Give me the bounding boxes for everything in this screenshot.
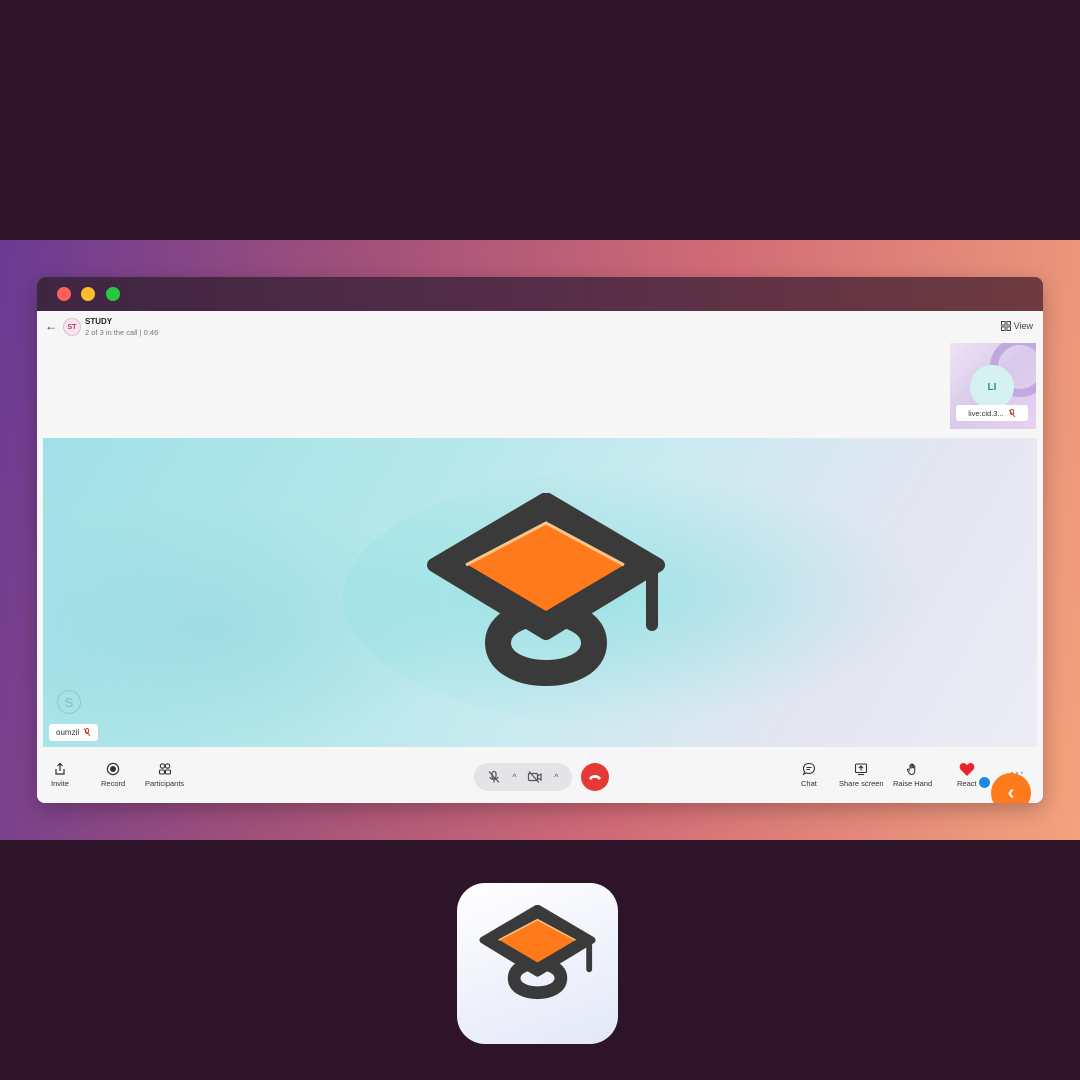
share-screen-icon (855, 763, 868, 776)
record-button[interactable]: Record (101, 759, 125, 788)
chevron-left-button[interactable]: ‹ (991, 773, 1031, 803)
camera-off-icon[interactable] (527, 770, 543, 784)
participant-name: live:cid.3... (968, 408, 1004, 418)
participants-icon (158, 763, 171, 775)
call-header: ← ST STUDY 2 of 3 in the call | 0:46 Vie… (37, 311, 1043, 341)
react-label: React (957, 779, 977, 788)
title-bar (37, 277, 1043, 311)
chevron-up-icon[interactable]: ^ (554, 772, 558, 782)
raise-hand-label: Raise Hand (893, 779, 933, 788)
maximize-window-button[interactable] (106, 287, 120, 301)
chevron-up-icon[interactable]: ^ (512, 772, 516, 782)
app-window: ← ST STUDY 2 of 3 in the call | 0:46 Vie… (37, 277, 1043, 803)
media-controls: ^ ^ (474, 763, 572, 791)
participants-button[interactable]: Participants (145, 759, 184, 788)
record-label: Record (101, 779, 126, 788)
skype-icon: S (57, 690, 81, 714)
main-participant-name-tag: oumzil (49, 724, 99, 741)
record-icon (106, 762, 120, 776)
invite-button[interactable]: Invite (51, 759, 69, 788)
participant-avatar: LI (970, 365, 1014, 409)
heart-icon (959, 762, 975, 776)
chat-button[interactable]: Chat (801, 759, 817, 788)
chat-label: Chat (801, 779, 817, 788)
mic-off-icon (1008, 408, 1016, 417)
pencil-icon[interactable] (977, 775, 992, 790)
hang-up-button[interactable] (581, 763, 609, 791)
invite-label: Invite (51, 779, 69, 788)
graduation-cap-logo (479, 905, 596, 1000)
grid-icon (1000, 321, 1011, 331)
view-label: View (1013, 321, 1033, 331)
share-screen-label: Share screen (839, 779, 884, 788)
close-window-button[interactable] (57, 287, 71, 301)
share-icon (55, 762, 65, 775)
phone-hangup-icon (589, 775, 601, 780)
chat-icon (802, 762, 815, 776)
participant-name-tag: live:cid.3... (956, 405, 1028, 421)
mic-off-icon[interactable] (487, 770, 501, 784)
graduation-cap-logo (427, 493, 665, 686)
call-status: 2 of 3 in the call | 0:46 (85, 328, 159, 337)
view-button[interactable]: View (1000, 321, 1033, 331)
minimize-window-button[interactable] (81, 287, 95, 301)
app-icon (457, 883, 618, 1044)
react-button[interactable]: React (957, 759, 977, 788)
call-toolbar: Invite Record Participants ^ ^ Chat Shar… (37, 751, 1043, 803)
raise-hand-icon (906, 763, 915, 776)
mic-off-icon (83, 728, 91, 737)
arrow-left-icon[interactable]: ← (45, 319, 57, 333)
participant-thumbnail[interactable]: LI live:cid.3... (950, 343, 1036, 429)
share-screen-button[interactable]: Share screen (839, 759, 884, 788)
participants-label: Participants (145, 779, 185, 788)
main-participant-name: oumzil (56, 728, 80, 737)
room-avatar: ST (63, 318, 81, 336)
main-video-stage: S oumzil (43, 438, 1037, 747)
room-name: STUDY (85, 317, 113, 326)
raise-hand-button[interactable]: Raise Hand (893, 759, 932, 788)
